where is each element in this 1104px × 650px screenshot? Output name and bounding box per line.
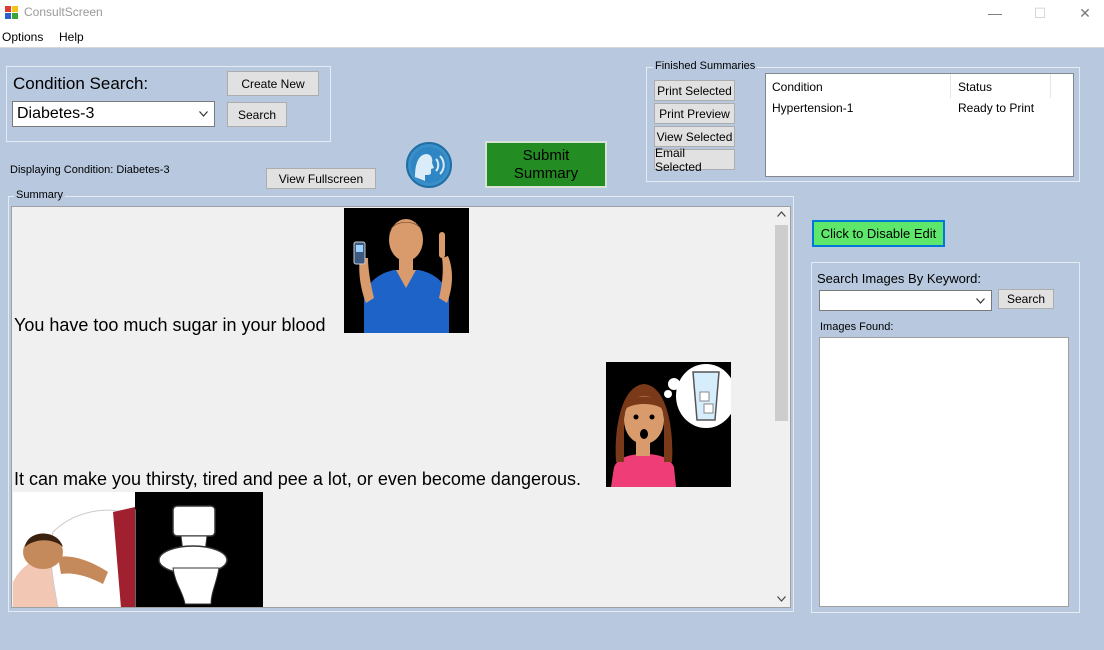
column-header-condition[interactable]: Condition [766, 74, 951, 98]
close-button[interactable]: ✕ [1062, 0, 1104, 26]
print-preview-button[interactable]: Print Preview [654, 103, 735, 124]
submit-summary-label-2: Summary [513, 164, 579, 182]
finished-summaries-title: Finished Summaries [653, 60, 758, 72]
images-found-list[interactable] [819, 337, 1069, 607]
chevron-down-icon [976, 297, 985, 304]
title-bar: ConsultScreen — ☐ ✕ [0, 0, 1104, 26]
finished-summaries-list[interactable]: Condition Status Hypertension-1 Ready to… [765, 73, 1074, 177]
view-fullscreen-button[interactable]: View Fullscreen [266, 168, 376, 189]
disable-edit-button[interactable]: Click to Disable Edit [812, 220, 945, 247]
submit-summary-button[interactable]: Submit Summary [485, 141, 607, 188]
submit-summary-label-1: Submit [522, 146, 570, 164]
images-found-label: Images Found: [820, 321, 894, 333]
window-title: ConsultScreen [24, 5, 103, 19]
summary-scrollbar[interactable] [773, 207, 790, 607]
summary-title: Summary [14, 189, 66, 201]
image-search-button[interactable]: Search [998, 289, 1054, 309]
table-row[interactable]: Hypertension-1 Ready to Print [766, 98, 1066, 116]
print-selected-button[interactable]: Print Selected [654, 80, 735, 101]
condition-select[interactable]: Diabetes-3 [12, 101, 215, 127]
condition-select-value: Diabetes-3 [17, 105, 95, 122]
menu-help[interactable]: Help [59, 30, 84, 44]
close-icon: ✕ [1079, 4, 1091, 21]
minimize-icon: — [988, 5, 1002, 21]
condition-search-button[interactable]: Search [227, 102, 287, 127]
table-cell-condition: Hypertension-1 [772, 101, 854, 115]
speaker-voice-icon[interactable] [405, 141, 453, 189]
summary-scrollbar-thumb[interactable] [775, 225, 788, 421]
displaying-condition-label: Displaying Condition: Diabetes-3 [10, 164, 170, 176]
image-keyword-select[interactable] [819, 290, 992, 311]
minimize-button[interactable]: — [972, 0, 1018, 26]
condition-search-label: Condition Search: [13, 74, 149, 93]
scroll-up-icon[interactable] [777, 211, 786, 217]
summary-line-2: It can make you thirsty, tired and pee a… [14, 469, 581, 489]
view-selected-button[interactable]: View Selected [654, 126, 735, 147]
tired-and-toilet-image [13, 492, 263, 607]
chevron-down-icon [199, 111, 208, 117]
maximize-icon: ☐ [1033, 4, 1047, 21]
menu-options[interactable]: Options [2, 30, 43, 44]
scroll-down-icon[interactable] [777, 596, 786, 602]
thirsty-woman-image [606, 362, 731, 487]
create-new-button[interactable]: Create New [227, 71, 319, 96]
image-search-label: Search Images By Keyword: [817, 271, 982, 286]
summary-editor[interactable]: You have too much sugar in your blood It… [11, 206, 791, 608]
man-with-glucose-meter-image [344, 208, 469, 333]
column-header-status[interactable]: Status [952, 74, 1051, 98]
app-icon [5, 6, 18, 19]
table-cell-status: Ready to Print [958, 101, 1035, 115]
summary-line-1: You have too much sugar in your blood [14, 315, 326, 335]
maximize-button[interactable]: ☐ [1017, 0, 1063, 26]
email-selected-button[interactable]: Email Selected [654, 146, 735, 174]
menu-bar: Options Help [0, 26, 1104, 48]
